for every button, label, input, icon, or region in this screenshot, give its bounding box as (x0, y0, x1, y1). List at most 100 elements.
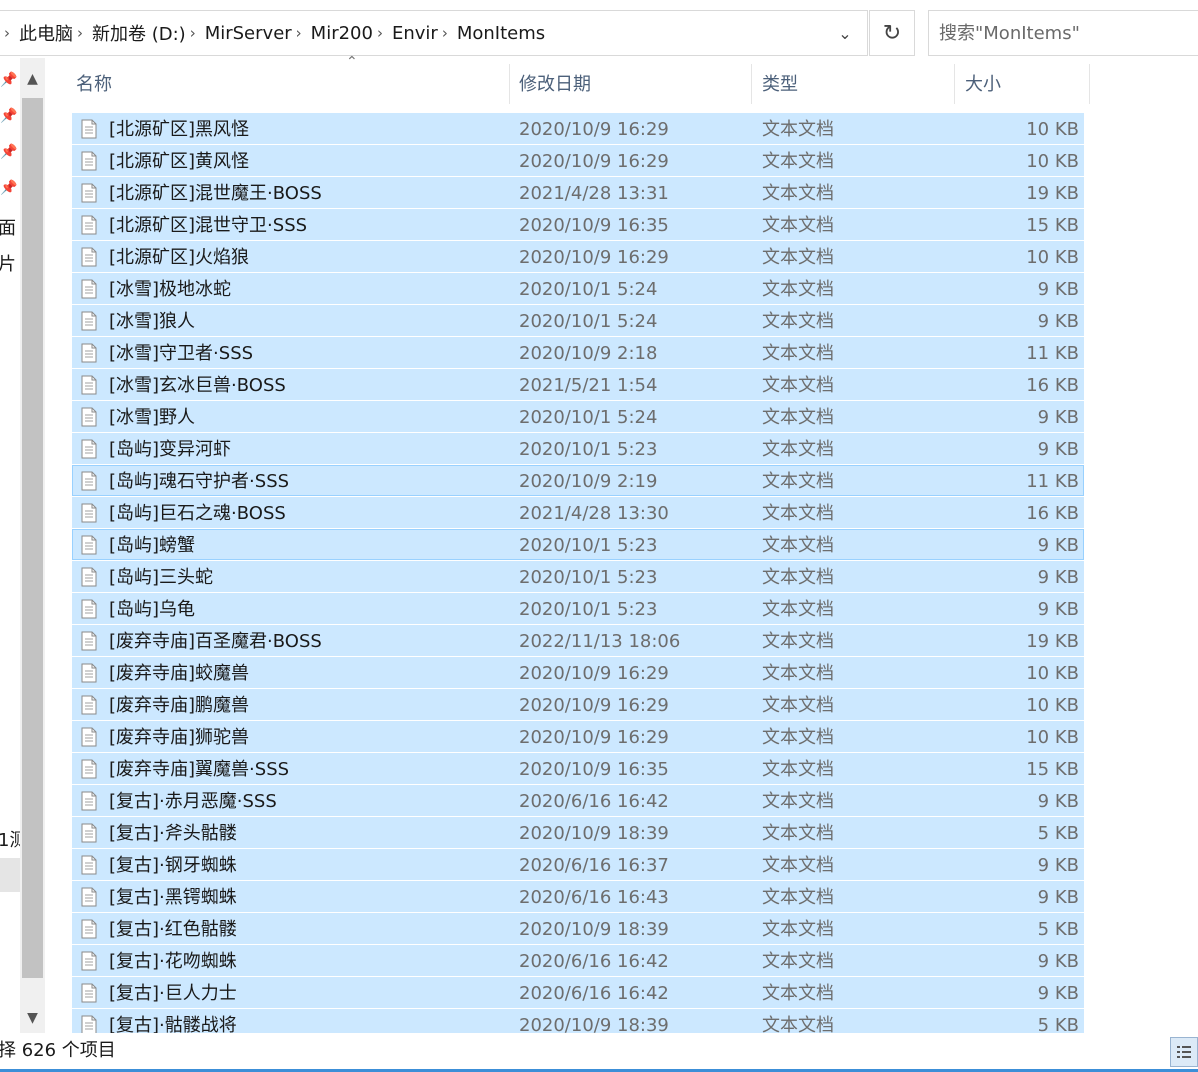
file-name: [北源矿区]混世魔王·BOSS (109, 183, 322, 204)
file-row[interactable]: [北源矿区]混世魔王·BOSS 2021/4/28 13:31 文本文档 19 KB (72, 177, 1084, 208)
text-document-icon (81, 823, 97, 843)
file-type: 文本文档 (762, 471, 834, 492)
file-row[interactable]: [废弃寺庙]蛟魔兽 2020/10/9 16:29 文本文档 10 KB (72, 657, 1084, 688)
column-header-size[interactable]: 大小 (955, 64, 1090, 104)
breadcrumb-separator-chevron-icon[interactable]: › (4, 24, 10, 42)
breadcrumb-item[interactable]: 此电脑 (19, 20, 73, 46)
scroll-up-arrow-icon[interactable]: ▲ (20, 64, 45, 94)
file-name: [复古]·骷髅战将 (109, 1015, 237, 1033)
text-document-icon (81, 407, 97, 427)
scrollbar-thumb[interactable] (22, 98, 43, 978)
refresh-button[interactable]: ↻ (869, 10, 915, 56)
file-name: [北源矿区]黄风怪 (109, 151, 250, 172)
file-size: 19 KB (1026, 183, 1079, 204)
file-modified-date: 2021/5/21 1:54 (519, 375, 658, 396)
file-modified-date: 2020/10/1 5:23 (519, 567, 658, 588)
file-row[interactable]: [复古]·巨人力士 2020/6/16 16:42 文本文档 9 KB (72, 977, 1084, 1008)
text-document-icon (81, 343, 97, 363)
refresh-icon: ↻ (882, 20, 902, 46)
file-modified-date: 2020/6/16 16:42 (519, 791, 669, 812)
file-modified-date: 2020/10/9 18:39 (519, 1015, 669, 1033)
file-modified-date: 2020/10/9 18:39 (519, 919, 669, 940)
file-row[interactable]: [岛屿]乌龟 2020/10/1 5:23 文本文档 9 KB (72, 593, 1084, 624)
file-type: 文本文档 (762, 567, 834, 588)
file-row[interactable]: [北源矿区]混世守卫·SSS 2020/10/9 16:35 文本文档 15 KB (72, 209, 1084, 240)
text-document-icon (81, 951, 97, 971)
search-box[interactable] (928, 10, 1198, 56)
file-row[interactable]: [北源矿区]黄风怪 2020/10/9 16:29 文本文档 10 KB (72, 145, 1084, 176)
breadcrumb-separator-chevron-icon[interactable]: › (442, 24, 448, 42)
breadcrumb-separator-chevron-icon[interactable]: › (190, 24, 196, 42)
nav-item-label[interactable]: 1测 (0, 826, 20, 852)
file-row[interactable]: [复古]·钢牙蜘蛛 2020/6/16 16:37 文本文档 9 KB (72, 849, 1084, 880)
breadcrumb-item[interactable]: MonItems (457, 23, 545, 44)
file-name: [岛屿]魂石守护者·SSS (109, 471, 290, 492)
breadcrumb-item[interactable]: 新加卷 (D:) (92, 20, 186, 46)
file-row[interactable]: [复古]·红色骷髅 2020/10/9 18:39 文本文档 5 KB (72, 913, 1084, 944)
file-modified-date: 2020/10/9 16:29 (519, 119, 669, 140)
file-row[interactable]: [废弃寺庙]狮驼兽 2020/10/9 16:29 文本文档 10 KB (72, 721, 1084, 752)
file-modified-date: 2020/10/9 16:35 (519, 215, 669, 236)
details-view-icon (1177, 1046, 1191, 1058)
breadcrumb-item[interactable]: Mir200 (311, 23, 373, 44)
column-header-name[interactable]: 名称 (66, 64, 510, 104)
file-name: [复古]·黑锷蜘蛛 (109, 887, 237, 908)
file-type: 文本文档 (762, 439, 834, 460)
breadcrumb-separator-chevron-icon[interactable]: › (77, 24, 83, 42)
file-modified-date: 2021/4/28 13:31 (519, 183, 669, 204)
file-row[interactable]: [岛屿]螃蟹 2020/10/1 5:23 文本文档 9 KB (72, 529, 1084, 560)
file-name: [岛屿]巨石之魂·BOSS (109, 503, 286, 524)
nav-item-label[interactable]: 面 (0, 214, 16, 240)
file-type: 文本文档 (762, 183, 834, 204)
breadcrumb-separator-chevron-icon[interactable]: › (296, 24, 302, 42)
file-row[interactable]: [复古]·斧头骷髅 2020/10/9 18:39 文本文档 5 KB (72, 817, 1084, 848)
file-row[interactable]: [复古]·骷髅战将 2020/10/9 18:39 文本文档 5 KB (72, 1009, 1084, 1033)
address-history-dropdown[interactable]: ⌄ (823, 11, 867, 55)
file-row[interactable]: [岛屿]魂石守护者·SSS 2020/10/9 2:19 文本文档 11 KB (72, 465, 1084, 496)
file-row[interactable]: [复古]·赤月恶魔·SSS 2020/6/16 16:42 文本文档 9 KB (72, 785, 1084, 816)
file-row[interactable]: [冰雪]野人 2020/10/1 5:24 文本文档 9 KB (72, 401, 1084, 432)
breadcrumb-item[interactable]: MirServer (205, 23, 292, 44)
breadcrumb-separator-chevron-icon[interactable]: › (377, 24, 383, 42)
nav-item-label[interactable]: 片 (0, 250, 16, 276)
file-row[interactable]: [岛屿]三头蛇 2020/10/1 5:23 文本文档 9 KB (72, 561, 1084, 592)
file-row[interactable]: [岛屿]巨石之魂·BOSS 2021/4/28 13:30 文本文档 16 KB (72, 497, 1084, 528)
nav-selected-item[interactable] (0, 858, 20, 892)
file-row[interactable]: [复古]·黑锷蜘蛛 2020/6/16 16:43 文本文档 9 KB (72, 881, 1084, 912)
file-row[interactable]: [岛屿]变异河虾 2020/10/1 5:23 文本文档 9 KB (72, 433, 1084, 464)
file-row[interactable]: [北源矿区]火焰狼 2020/10/9 16:29 文本文档 10 KB (72, 241, 1084, 272)
address-bar[interactable]: › 此电脑 › 新加卷 (D:) › MirServer › Mir200 › Envir › Mon… (0, 10, 868, 56)
file-row[interactable]: [冰雪]狼人 2020/10/1 5:24 文本文档 9 KB (72, 305, 1084, 336)
file-size: 15 KB (1026, 215, 1079, 236)
search-input[interactable] (929, 11, 1198, 55)
file-name: [冰雪]野人 (109, 407, 196, 428)
file-type: 文本文档 (762, 791, 834, 812)
file-size: 10 KB (1026, 247, 1079, 268)
column-header-date[interactable]: 修改日期 (509, 64, 752, 104)
file-size: 9 KB (1037, 535, 1079, 556)
file-row[interactable]: [废弃寺庙]鹏魔兽 2020/10/9 16:29 文本文档 10 KB (72, 689, 1084, 720)
text-document-icon (81, 663, 97, 683)
file-modified-date: 2020/10/9 16:29 (519, 247, 669, 268)
file-modified-date: 2020/10/1 5:23 (519, 535, 658, 556)
details-view-button[interactable] (1170, 1037, 1198, 1067)
file-size: 10 KB (1026, 695, 1079, 716)
file-row[interactable]: [冰雪]守卫者·SSS 2020/10/9 2:18 文本文档 11 KB (72, 337, 1084, 368)
file-row[interactable]: [废弃寺庙]百圣魔君·BOSS 2022/11/13 18:06 文本文档 19 KB (72, 625, 1084, 656)
column-header-type[interactable]: 类型 (752, 64, 955, 104)
file-modified-date: 2022/11/13 18:06 (519, 631, 681, 652)
nav-scrollbar[interactable]: ▲ ▼ (20, 58, 45, 1033)
text-document-icon (81, 471, 97, 491)
breadcrumb-item[interactable]: Envir (392, 23, 438, 44)
file-row[interactable]: [冰雪]玄冰巨兽·BOSS 2021/5/21 1:54 文本文档 16 KB (72, 369, 1084, 400)
file-size: 9 KB (1037, 279, 1079, 300)
text-document-icon (81, 727, 97, 747)
file-row[interactable]: [北源矿区]黑风怪 2020/10/9 16:29 文本文档 10 KB (72, 113, 1084, 144)
file-row[interactable]: [复古]·花吻蜘蛛 2020/6/16 16:42 文本文档 9 KB (72, 945, 1084, 976)
file-modified-date: 2020/10/9 16:29 (519, 663, 669, 684)
file-row[interactable]: [废弃寺庙]翼魔兽·SSS 2020/10/9 16:35 文本文档 15 KB (72, 753, 1084, 784)
file-row[interactable]: [冰雪]极地冰蛇 2020/10/1 5:24 文本文档 9 KB (72, 273, 1084, 304)
pin-icon: 📌 (0, 72, 18, 88)
scroll-down-arrow-icon[interactable]: ▼ (20, 1003, 45, 1033)
text-document-icon (81, 183, 97, 203)
